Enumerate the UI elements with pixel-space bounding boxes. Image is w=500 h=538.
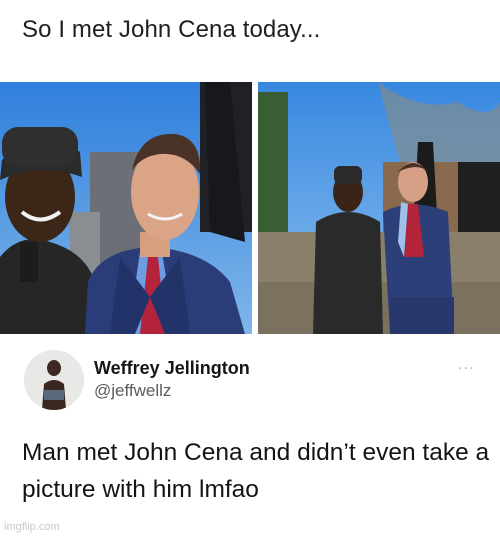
- tweet-card: Weffrey Jellington @jeffwellz ... Man me…: [0, 334, 500, 538]
- photo-fulllength: [258, 82, 500, 334]
- photo-closeup: [0, 82, 252, 334]
- user-handle[interactable]: @jeffwellz: [94, 381, 171, 401]
- avatar-image: [24, 350, 84, 410]
- photo-row: [0, 82, 500, 334]
- photo-closeup-illustration: [0, 82, 252, 334]
- tweet-text: Man met John Cena and didn’t even take a…: [22, 439, 490, 503]
- imgflip-watermark: imgflip.com: [4, 521, 60, 533]
- more-options-icon[interactable]: ...: [458, 356, 474, 374]
- photo-fulllength-illustration: [258, 82, 500, 334]
- meme-caption: So I met John Cena today...: [22, 16, 321, 43]
- display-name[interactable]: Weffrey Jellington: [94, 358, 250, 379]
- avatar[interactable]: [24, 350, 84, 410]
- photo-divider: [252, 82, 258, 334]
